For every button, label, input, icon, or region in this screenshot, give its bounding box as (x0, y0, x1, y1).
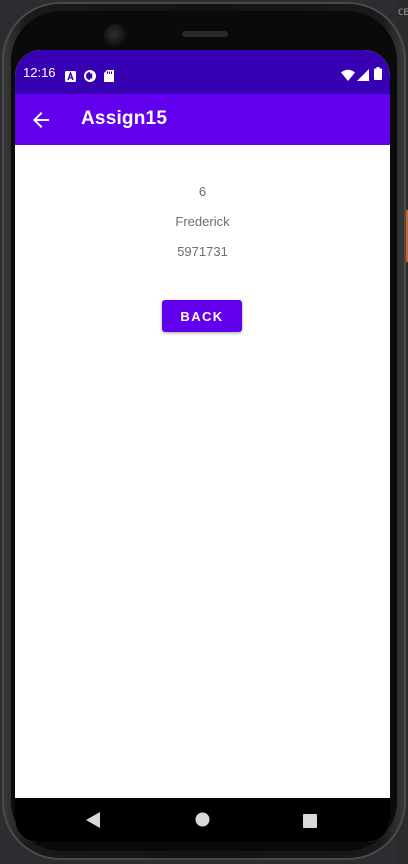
status-time: 12:16 (23, 65, 56, 80)
back-button[interactable]: BACK (162, 300, 242, 332)
record-id-text: 6 (198, 184, 207, 199)
arrow-back-icon[interactable] (29, 108, 53, 132)
record-name-text: Frederick (175, 214, 230, 229)
front-camera (104, 24, 126, 46)
wifi-icon (341, 66, 355, 85)
device-screen: 12:16 Assign15 6 Frederick 5971731 BACK (15, 50, 390, 842)
signal-icon (357, 66, 369, 85)
recents-square-icon[interactable] (303, 813, 317, 832)
back-triangle-icon[interactable] (86, 812, 100, 832)
sd-card-icon (104, 67, 114, 86)
sync-icon (84, 67, 96, 86)
earpiece-speaker (182, 31, 228, 37)
app-bar: Assign15 (15, 94, 390, 145)
ide-visible-text: CE (398, 8, 408, 18)
detail-content: 6 Frederick 5971731 BACK (15, 145, 390, 798)
app-title: Assign15 (81, 108, 168, 129)
a-icon (65, 67, 76, 86)
battery-icon (374, 65, 382, 84)
home-circle-icon[interactable] (195, 812, 210, 831)
record-number-text: 5971731 (177, 244, 228, 259)
status-bar: 12:16 (15, 50, 390, 94)
navigation-bar (15, 798, 390, 842)
